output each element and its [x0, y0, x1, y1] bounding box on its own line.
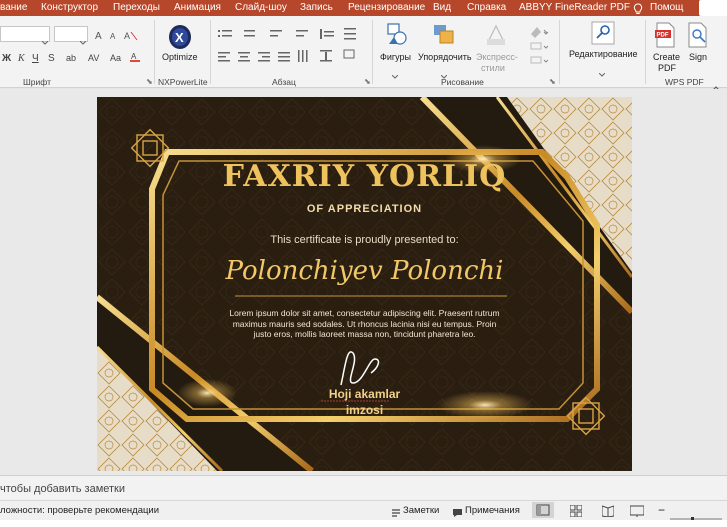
svg-text:ab: ab	[66, 53, 76, 63]
chevron-down-icon	[598, 64, 606, 82]
svg-text:К: К	[17, 53, 26, 64]
shape-format-icons[interactable]	[528, 24, 550, 73]
font-grow-icon[interactable]: A	[94, 28, 106, 46]
notes-placeholder: чтобы добавить заметки	[0, 483, 126, 495]
paragraph-dialog-launcher-icon[interactable]: ⬊	[364, 77, 371, 86]
editing-button[interactable]: Редактирование	[569, 49, 638, 60]
notes-toggle-button[interactable]: Заметки	[403, 505, 439, 516]
create-pdf-button[interactable]: Create	[653, 52, 680, 63]
slide-canvas[interactable]: FAXRIY YORLIQ OF APPRECIATION This certi…	[97, 97, 632, 471]
sign-button[interactable]: Sign	[689, 52, 707, 63]
recipient-name[interactable]: Polonchiyev Polonchi	[97, 256, 632, 286]
font-dialog-launcher-icon[interactable]: ⬊	[146, 77, 153, 86]
ribbon-tab-bar: вание Конструктор Переходы Анимация Слай…	[0, 0, 727, 16]
create-pdf-icon[interactable]: PDF	[654, 22, 676, 53]
svg-text:PDF: PDF	[657, 33, 669, 39]
svg-text:A: A	[95, 31, 102, 41]
tab-insert[interactable]: вание	[0, 1, 27, 15]
group-separator	[372, 20, 373, 84]
share-button[interactable]	[699, 0, 727, 16]
slide-editing-area[interactable]: FAXRIY YORLIQ OF APPRECIATION This certi…	[0, 89, 727, 475]
body-line: Lorem ipsum dolor sit amet, consectetur …	[229, 308, 500, 318]
clear-format-icon[interactable]: A	[124, 28, 138, 46]
comments-toggle-button[interactable]: Примечания	[465, 505, 520, 516]
font-shrink-icon[interactable]: A	[108, 28, 120, 46]
find-icon[interactable]	[591, 21, 615, 50]
svg-text:A: A	[124, 31, 130, 41]
tab-record[interactable]: Запись	[300, 1, 333, 15]
shapes-button[interactable]: Фигуры	[380, 52, 411, 63]
tab-abbyy[interactable]: ABBYY FineReader PDF	[519, 1, 630, 15]
group-label-paragraph: Абзац	[272, 77, 296, 87]
body-line: justo eros, mollis laoreet massa non, ti…	[253, 329, 476, 339]
certificate-subtitle[interactable]: OF APPRECIATION	[97, 203, 632, 215]
signer-caption[interactable]: Hoji akamlar imzosi	[97, 386, 632, 418]
quick-styles-icon[interactable]	[484, 22, 508, 53]
ribbon: A A A Ж К Ч S ab AV Aa A Шрифт ⬊ X Optim…	[0, 16, 727, 92]
optimize-button[interactable]: Optimize	[162, 52, 198, 63]
quick-styles-button-line2: стили	[481, 63, 505, 73]
optimize-icon[interactable]: X	[168, 24, 192, 55]
status-bar: ложности: проверьте рекомендации Заметки…	[0, 500, 727, 524]
body-line: maximus mauris sed sodales. Ut rhoncus l…	[232, 318, 497, 329]
chevron-down-icon	[79, 32, 87, 50]
tab-help-search[interactable]: Помощ	[650, 1, 683, 15]
group-separator	[645, 20, 646, 84]
certificate-title[interactable]: FAXRIY YORLIQ	[97, 159, 632, 194]
tab-view[interactable]: Вид	[433, 1, 451, 15]
taskbar-strip	[0, 520, 727, 527]
svg-text:A: A	[110, 32, 116, 41]
arrange-button[interactable]: Упорядочить	[418, 52, 472, 63]
svg-text:S: S	[48, 53, 55, 64]
group-label-nxpowerlite: NXPowerLite	[158, 77, 208, 87]
tab-animation[interactable]: Анимация	[174, 1, 221, 15]
svg-text:AV: AV	[88, 53, 99, 63]
tab-transitions[interactable]: Переходы	[113, 1, 160, 15]
quick-styles-button[interactable]: Экспресс-	[476, 52, 518, 63]
signer-title: imzosi	[345, 403, 384, 417]
svg-text:X: X	[175, 30, 184, 45]
svg-text:A: A	[131, 52, 137, 61]
group-separator	[154, 20, 155, 84]
notes-pane[interactable]: чтобы добавить заметки	[0, 475, 727, 500]
accessibility-status[interactable]: ложности: проверьте рекомендации	[0, 505, 159, 516]
shapes-icon[interactable]	[386, 22, 408, 53]
create-pdf-button-line2: PDF	[658, 63, 676, 73]
body-paragraph[interactable]: Lorem ipsum dolor sit amet, consectetur …	[97, 308, 632, 340]
group-separator	[559, 20, 560, 84]
chevron-down-icon	[41, 32, 49, 50]
group-label-wps-pdf: WPS PDF	[665, 77, 704, 87]
group-label-drawing: Рисование	[441, 77, 484, 87]
signer-name: Hoji akamlar	[328, 387, 401, 401]
svg-text:Aa: Aa	[110, 53, 121, 63]
presented-to-text[interactable]: This certificate is proudly presented to…	[97, 234, 632, 246]
sign-icon[interactable]	[686, 22, 710, 53]
tab-help[interactable]: Справка	[467, 1, 506, 15]
tab-review[interactable]: Рецензирование	[348, 1, 425, 15]
arrange-icon[interactable]	[432, 22, 456, 53]
drawing-dialog-launcher-icon[interactable]: ⬊	[549, 77, 556, 86]
group-separator	[210, 20, 211, 84]
text-formatting-row[interactable]: Ж К Ч S ab AV Aa A	[0, 50, 150, 69]
tab-design[interactable]: Конструктор	[41, 1, 98, 15]
zoom-out-icon[interactable]: −	[658, 503, 665, 517]
chevron-down-icon	[391, 66, 399, 84]
tab-slideshow[interactable]: Слайд-шоу	[235, 1, 287, 15]
group-label-font: Шрифт	[23, 77, 51, 87]
svg-text:Ж: Ж	[1, 53, 12, 64]
paragraph-controls[interactable]	[216, 26, 366, 79]
svg-text:Ч: Ч	[32, 53, 39, 64]
